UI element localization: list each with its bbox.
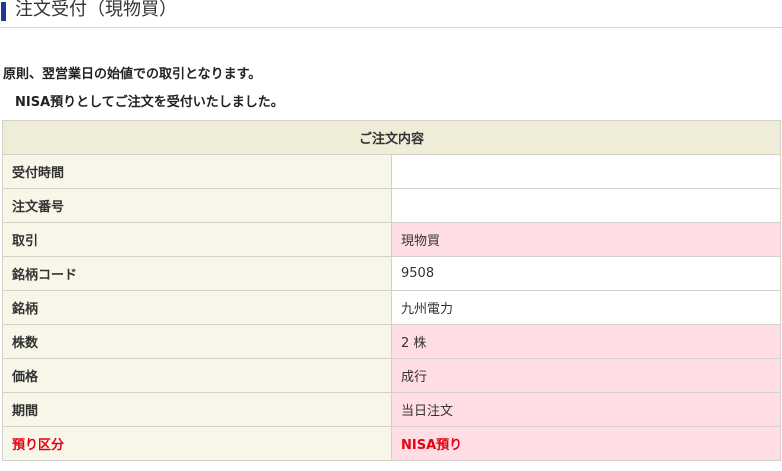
order-number-value [391,188,781,223]
price-label: 価格 [2,358,392,393]
notice-nisa-accepted: NISA預りとしてご注文を受付いたしました。 [15,95,284,110]
stock-name-value: 九州電力 [391,290,781,325]
period-value: 当日注文 [391,392,781,427]
order-details-table: ご注文内容 受付時間 注文番号 取引 現物買 銘柄コード 9508 銘柄 九州電… [2,120,781,461]
custody-type-value: NISA預り [391,426,781,461]
order-table-header-row: ご注文内容 [2,120,781,155]
row-stock-code: 銘柄コード 9508 [2,256,781,291]
row-reception-time: 受付時間 [2,154,781,189]
row-transaction: 取引 現物買 [2,222,781,257]
price-value: 成行 [391,358,781,393]
page-title-bar: 注文受付（現物買） [0,0,782,28]
stock-code-label: 銘柄コード [2,256,392,291]
page-title: 注文受付（現物買） [15,0,177,20]
row-custody-type: 預り区分 NISA預り [2,426,781,461]
stock-name-label: 銘柄 [2,290,392,325]
row-stock-name: 銘柄 九州電力 [2,290,781,325]
period-label: 期間 [2,392,392,427]
row-order-number: 注文番号 [2,188,781,223]
row-share-count: 株数 2 株 [2,324,781,359]
reception-time-value [391,154,781,189]
share-count-label: 株数 [2,324,392,359]
transaction-label: 取引 [2,222,392,257]
order-number-label: 注文番号 [2,188,392,223]
custody-type-label: 預り区分 [2,426,392,461]
reception-time-label: 受付時間 [2,154,392,189]
order-table-header: ご注文内容 [2,120,781,155]
share-count-value: 2 株 [391,324,781,359]
row-period: 期間 当日注文 [2,392,781,427]
row-price: 価格 成行 [2,358,781,393]
title-accent-bar [1,2,6,21]
transaction-value: 現物買 [391,222,781,257]
notice-opening-price: 原則、翌営業日の始値での取引となります。 [3,67,262,82]
stock-code-value: 9508 [391,256,781,291]
